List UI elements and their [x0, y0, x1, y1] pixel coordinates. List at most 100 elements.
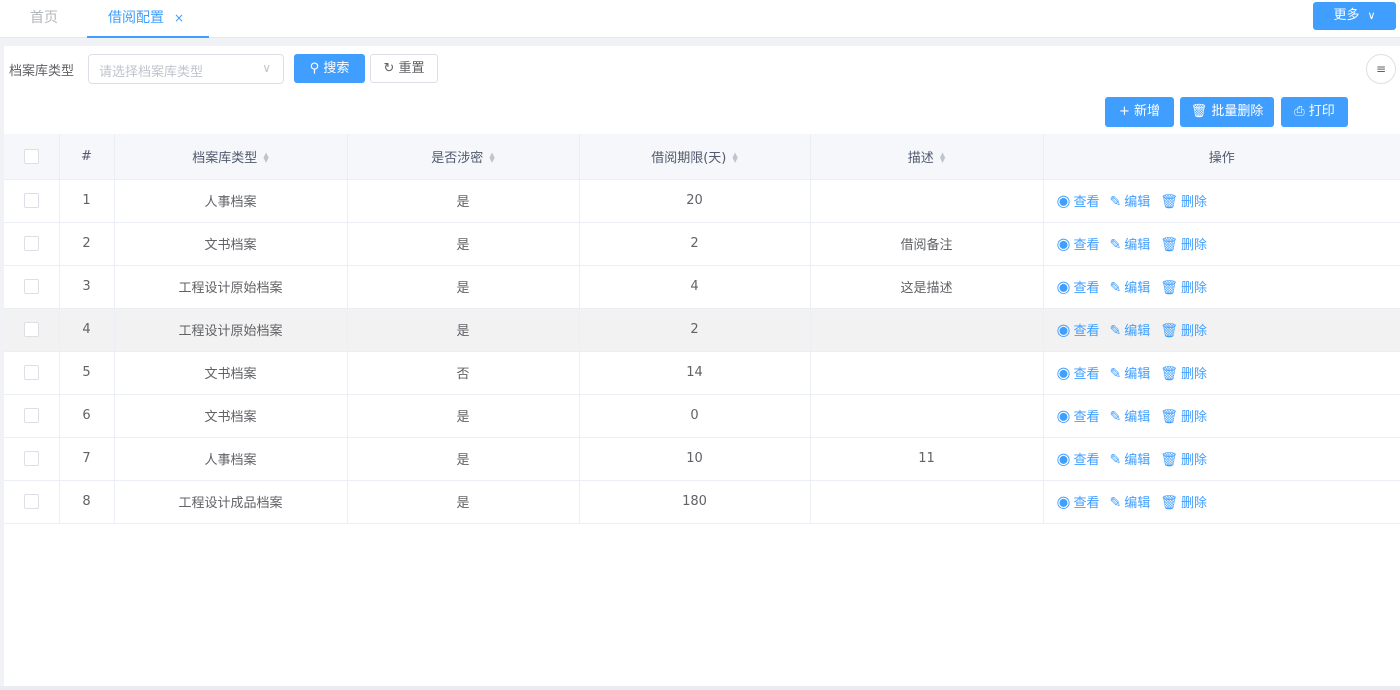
description-header[interactable]: 描述 ▲ ▼ — [810, 134, 1044, 180]
description-cell — [810, 351, 1044, 395]
period-cell: 2 — [579, 308, 811, 352]
add-button[interactable]: + 新增 — [1105, 97, 1174, 127]
row-checkbox[interactable] — [23, 193, 39, 208]
view-link[interactable]: ◉ 查看 — [1057, 406, 1100, 425]
sort-icon[interactable]: ▲ ▼ — [263, 152, 268, 164]
edit-link[interactable]: ✎ 编辑 — [1109, 194, 1150, 210]
row-checkbox[interactable] — [23, 494, 39, 509]
delete-link[interactable]: 🗑 删除 — [1160, 452, 1208, 468]
secret-header[interactable]: 是否涉密 ▲ ▼ — [347, 134, 580, 180]
view-link-label: 查看 — [1073, 195, 1100, 210]
edit-link[interactable]: ✎ 编辑 — [1109, 452, 1150, 468]
row-select-cell — [4, 265, 60, 309]
delete-link[interactable]: 🗑 删除 — [1160, 409, 1207, 425]
view-link[interactable]: ◉ 查看 — [1057, 449, 1100, 468]
view-link[interactable]: ◉ 查看 — [1057, 492, 1100, 511]
edit-link[interactable]: ✎ 编辑 — [1109, 280, 1150, 296]
sort-icon[interactable]: ▲ ▼ — [732, 152, 737, 164]
view-link-label: 查看 — [1073, 453, 1100, 468]
period-cell: 180 — [579, 480, 811, 524]
tab-home[interactable]: 首页 — [30, 0, 58, 38]
row-checkbox[interactable] — [23, 322, 39, 337]
delete-link[interactable]: 🗑 删除 — [1160, 366, 1208, 382]
edit-link[interactable]: ✎ 编辑 — [1109, 366, 1150, 382]
archive-type-select-placeholder: 请选择档案库类型 — [99, 65, 204, 80]
table-row[interactable]: 4 工程设计原始档案是 2 ◉ 查看 ✎ 编辑 🗑 删除 — [4, 308, 1400, 352]
more-button[interactable]: 更多 ∨ — [1313, 2, 1396, 30]
edit-icon: ✎ — [1109, 280, 1122, 296]
tab-bar: 首页 借阅配置 × 更多 ∨ — [0, 0, 1400, 38]
eye-icon: ◉ — [1056, 492, 1071, 511]
delete-link-label: 删除 — [1181, 367, 1208, 382]
delete-link[interactable]: 🗑 删除 — [1160, 280, 1207, 296]
edit-link-label: 编辑 — [1124, 238, 1151, 253]
operations-cell: ◉ 查看 ✎ 编辑 🗑 删除 — [1042, 222, 1400, 266]
table-row[interactable]: 7 人事档案是 10 11 ◉ 查看 ✎ 编辑 🗑 删除 — [4, 437, 1400, 481]
table-row[interactable]: 1 人事档案是 20 ◉ 查看 ✎ 编辑 🗑 删除 — [4, 179, 1400, 223]
view-link-label: 查看 — [1073, 410, 1100, 425]
delete-link[interactable]: 🗑 删除 — [1160, 495, 1207, 511]
archive-type-select[interactable]: 请选择档案库类型 ∨ — [88, 54, 284, 84]
batch-delete-button[interactable]: 🗑 批量删除 — [1180, 97, 1274, 127]
row-checkbox[interactable] — [23, 408, 39, 423]
table-row[interactable]: 6 文书档案是 0 ◉ 查看 ✎ 编辑 🗑 删除 — [4, 394, 1400, 438]
close-icon[interactable]: × — [174, 11, 184, 25]
row-checkbox[interactable] — [23, 279, 39, 294]
edit-link[interactable]: ✎ 编辑 — [1109, 409, 1150, 425]
edit-link[interactable]: ✎ 编辑 — [1109, 495, 1151, 511]
index-cell: 8 — [59, 480, 115, 524]
chevron-down-icon: ∨ — [262, 61, 271, 75]
more-button-label: 更多 — [1333, 8, 1360, 23]
view-link[interactable]: ◉ 查看 — [1057, 191, 1100, 210]
view-link[interactable]: ◉ 查看 — [1057, 363, 1100, 382]
borrow-config-table: # 档案库类型 ▲ ▼ 是否涉密 ▲ ▼ 借阅期限(天) ▲ ▼ 描述 ▲ ▼ 操作 1 人事档案… — [4, 134, 1400, 524]
delete-link-label: 删除 — [1181, 238, 1208, 253]
archive-type-cell: 文书档案 — [114, 222, 348, 266]
delete-link[interactable]: 🗑 删除 — [1160, 323, 1208, 339]
view-link[interactable]: ◉ 查看 — [1057, 234, 1100, 253]
search-button-label: 搜索 — [323, 61, 350, 76]
table-row[interactable]: 3 工程设计原始档案是 4 这是描述 ◉ 查看 ✎ 编辑 🗑 删除 — [4, 265, 1400, 309]
column-settings-button[interactable]: ≡ — [1366, 54, 1396, 84]
view-link-label: 查看 — [1073, 496, 1100, 511]
sort-icon[interactable]: ▲ ▼ — [489, 152, 494, 164]
view-link[interactable]: ◉ 查看 — [1057, 320, 1100, 339]
period-header[interactable]: 借阅期限(天) ▲ ▼ — [579, 134, 811, 180]
delete-link[interactable]: 🗑 删除 — [1160, 237, 1208, 253]
view-link-label: 查看 — [1073, 324, 1100, 339]
delete-link-label: 删除 — [1181, 324, 1208, 339]
trash-icon: 🗑 — [1160, 194, 1179, 210]
description-header-label: 描述 — [907, 150, 934, 166]
operations-cell: ◉ 查看 ✎ 编辑 🗑 删除 — [1042, 351, 1400, 395]
table-row[interactable]: 2 文书档案是 2 借阅备注 ◉ 查看 ✎ 编辑 🗑 删除 — [4, 222, 1400, 266]
edit-link-label: 编辑 — [1124, 496, 1151, 511]
print-button[interactable]: ⎙ 打印 — [1281, 97, 1348, 127]
table-row[interactable]: 8 工程设计成品档案是 180 ◉ 查看 ✎ 编辑 🗑 删除 — [4, 480, 1400, 524]
search-button[interactable]: ⚲ 搜索 — [294, 54, 365, 83]
archive-type-cell: 人事档案 — [114, 437, 348, 481]
delete-link[interactable]: 🗑 删除 — [1160, 194, 1207, 210]
view-link[interactable]: ◉ 查看 — [1057, 277, 1100, 296]
row-select-cell — [4, 437, 60, 481]
delete-link-label: 删除 — [1181, 453, 1208, 468]
trash-icon: 🗑 — [1160, 452, 1179, 468]
operations-cell: ◉ 查看 ✎ 编辑 🗑 删除 — [1042, 480, 1400, 524]
sort-icon[interactable]: ▲ ▼ — [940, 152, 945, 164]
table-row[interactable]: 5 文书档案否 14 ◉ 查看 ✎ 编辑 🗑 删除 — [4, 351, 1400, 395]
row-checkbox[interactable] — [23, 451, 39, 466]
trash-icon: 🗑 — [1160, 366, 1179, 382]
tab-borrow-config[interactable]: 借阅配置 × — [87, 0, 209, 38]
archive-type-header[interactable]: 档案库类型 ▲ ▼ — [114, 134, 348, 180]
secret-cell: 是 — [347, 222, 580, 266]
bottom-divider — [0, 686, 1400, 690]
reset-button[interactable]: ↻ 重置 — [370, 54, 438, 83]
row-checkbox[interactable] — [23, 365, 39, 380]
edit-link[interactable]: ✎ 编辑 — [1109, 237, 1151, 253]
operations-cell: ◉ 查看 ✎ 编辑 🗑 删除 — [1042, 308, 1400, 352]
edit-icon: ✎ — [1109, 495, 1122, 511]
row-checkbox[interactable] — [23, 236, 39, 251]
edit-link[interactable]: ✎ 编辑 — [1109, 323, 1150, 339]
select-all-checkbox[interactable] — [23, 148, 39, 164]
edit-icon: ✎ — [1109, 323, 1122, 339]
edit-icon: ✎ — [1109, 409, 1122, 425]
